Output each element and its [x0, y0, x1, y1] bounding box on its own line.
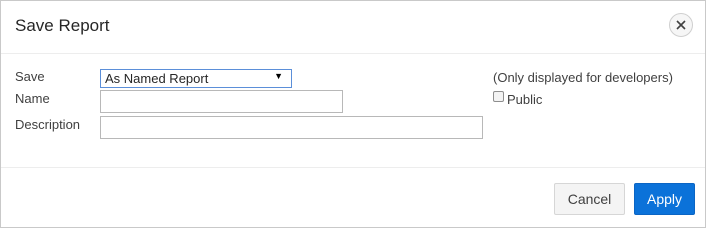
save-select[interactable]: As Named Report ▼ — [100, 69, 292, 88]
close-icon — [676, 20, 686, 30]
cancel-button[interactable]: Cancel — [554, 183, 625, 215]
close-button[interactable] — [669, 13, 693, 37]
save-select-value: As Named Report — [105, 71, 209, 86]
name-input[interactable] — [100, 90, 343, 113]
save-label: Save — [15, 69, 45, 84]
description-input[interactable] — [100, 116, 483, 139]
apply-button[interactable]: Apply — [634, 183, 695, 215]
dialog-title: Save Report — [15, 16, 110, 35]
dropdown-arrow-icon: ▼ — [274, 71, 283, 81]
public-checkbox[interactable] — [493, 91, 504, 102]
developer-note: (Only displayed for developers) — [493, 70, 673, 85]
save-report-dialog: Save Report Save As Named Report ▼ Name … — [0, 0, 706, 228]
dialog-titlebar: Save Report — [1, 1, 705, 54]
name-label: Name — [15, 91, 50, 106]
description-label: Description — [15, 117, 81, 132]
public-label: Public — [507, 92, 543, 107]
